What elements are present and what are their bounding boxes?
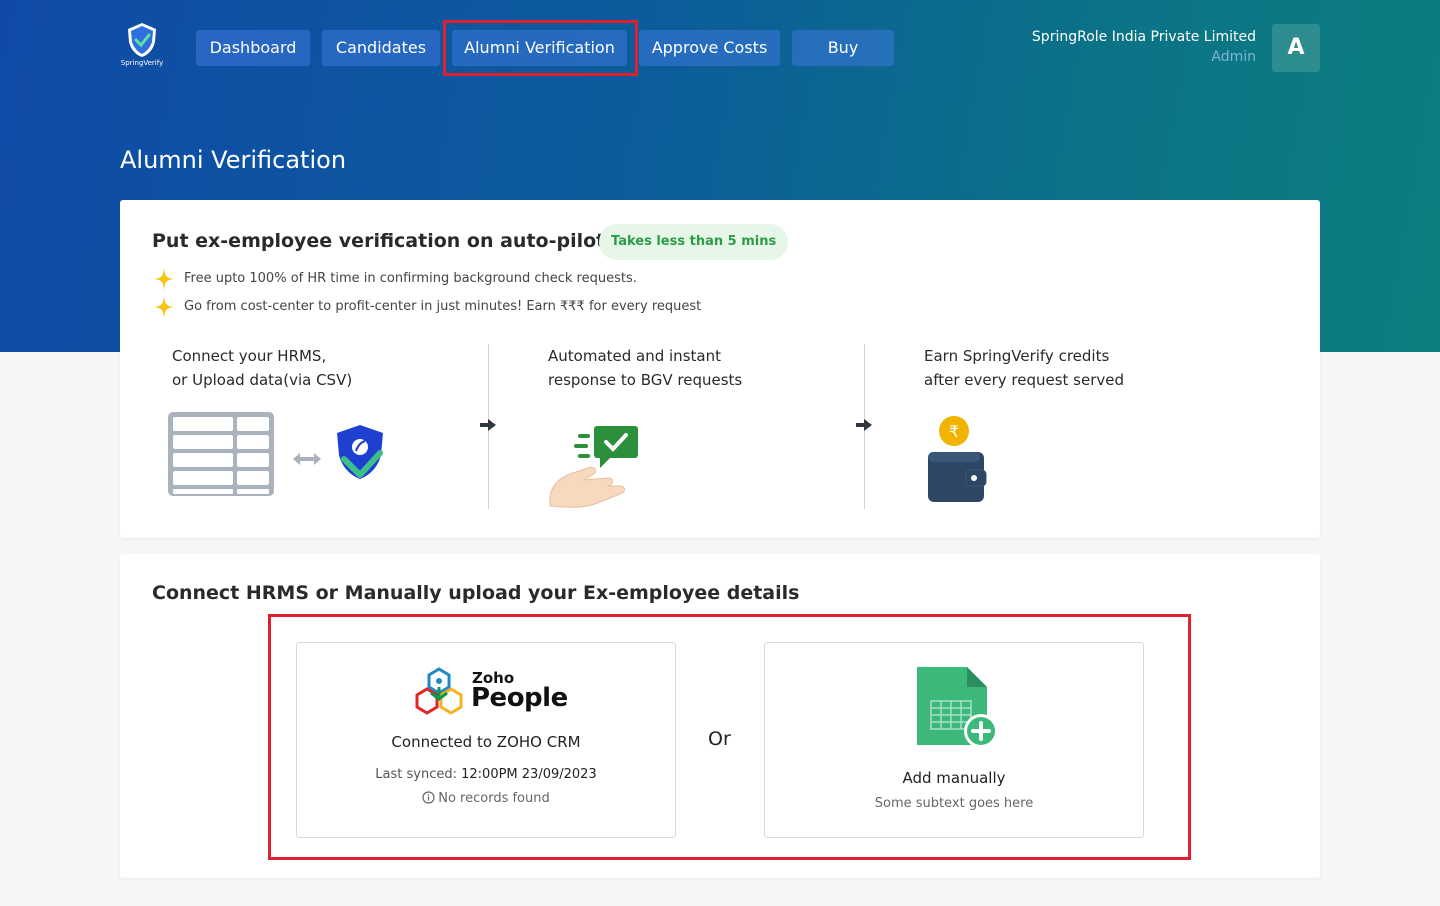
intro-title: Put ex-employee verification on auto-pil… xyxy=(152,230,606,252)
user-role: Admin xyxy=(1211,49,1256,65)
user-avatar[interactable]: A xyxy=(1272,24,1320,72)
spreadsheet-grid-icon xyxy=(168,412,274,496)
step-line: or Upload data(via CSV) xyxy=(172,371,353,389)
nav-candidates[interactable]: Candidates xyxy=(322,30,440,66)
logo-text: SpringVerify xyxy=(120,59,164,67)
springverify-shield-icon xyxy=(337,425,383,479)
sync-label: Last synced: xyxy=(375,767,457,782)
step-automated-response: Automated and instant response to BGV re… xyxy=(548,344,742,392)
zoho-people-logo-icon xyxy=(415,667,463,715)
hand-chat-check-icon xyxy=(549,426,638,508)
step-earn-credits: Earn SpringVerify credits after every re… xyxy=(924,344,1124,392)
zoho-last-synced: Last synced: 12:00PM 23/09/2023 xyxy=(297,767,675,782)
arrow-right-icon xyxy=(856,419,872,431)
benefit-text: Free upto 100% of HR time in confirming … xyxy=(184,271,637,286)
shield-logo-icon xyxy=(128,23,156,57)
step-line: Connect your HRMS, xyxy=(172,347,327,365)
spreadsheet-add-icon xyxy=(917,667,998,748)
nav-approve-costs[interactable]: Approve Costs xyxy=(639,30,780,66)
or-separator: Or xyxy=(708,728,731,750)
sync-arrows-icon xyxy=(293,453,321,465)
step-line: Automated and instant xyxy=(548,347,721,365)
step-line: Earn SpringVerify credits xyxy=(924,347,1110,365)
benefit-text: Go from cost-center to profit-center in … xyxy=(184,299,702,314)
zoho-brand-big: People xyxy=(471,683,568,713)
step-connect-hrms: Connect your HRMS, or Upload data(via CS… xyxy=(172,344,352,392)
zoho-records-status: No records found xyxy=(297,791,675,806)
page-title: Alumni Verification xyxy=(120,146,347,174)
nav-alumni-verification[interactable]: Alumni Verification xyxy=(452,30,627,66)
info-icon xyxy=(422,791,435,804)
nav-buy[interactable]: Buy xyxy=(792,30,894,66)
company-name: SpringRole India Private Limited xyxy=(1031,29,1256,45)
zoho-connection-status: Connected to ZOHO CRM xyxy=(391,733,581,751)
sparkle-icon xyxy=(154,296,174,318)
wallet-rupee-icon: ₹ xyxy=(928,416,987,502)
arrow-right-icon xyxy=(480,419,496,431)
svg-text:₹: ₹ xyxy=(949,422,959,441)
add-manually-title: Add manually xyxy=(902,769,1006,787)
add-manually-subtitle: Some subtext goes here xyxy=(874,796,1034,811)
zoho-people-option[interactable]: Zoho People Connected to ZOHO CRM Last s… xyxy=(296,642,676,838)
records-text: No records found xyxy=(438,791,550,806)
company-info: SpringRole India Private Limited Admin xyxy=(1032,28,1256,68)
intro-card: Put ex-employee verification on auto-pil… xyxy=(120,200,1320,538)
nav-dashboard[interactable]: Dashboard xyxy=(196,30,310,66)
step-line: after every request served xyxy=(924,371,1125,389)
time-badge: Takes less than 5 mins xyxy=(599,224,789,260)
page: SpringVerify Dashboard Candidates Alumni… xyxy=(0,0,1440,906)
sparkle-icon xyxy=(154,268,174,290)
step-line: response to BGV requests xyxy=(548,371,743,389)
sync-value: 12:00PM 23/09/2023 xyxy=(461,767,597,782)
springverify-logo[interactable]: SpringVerify xyxy=(118,22,166,74)
add-manually-option[interactable]: Add manually Some subtext goes here xyxy=(764,642,1144,838)
connect-title: Connect HRMS or Manually upload your Ex-… xyxy=(152,582,800,604)
